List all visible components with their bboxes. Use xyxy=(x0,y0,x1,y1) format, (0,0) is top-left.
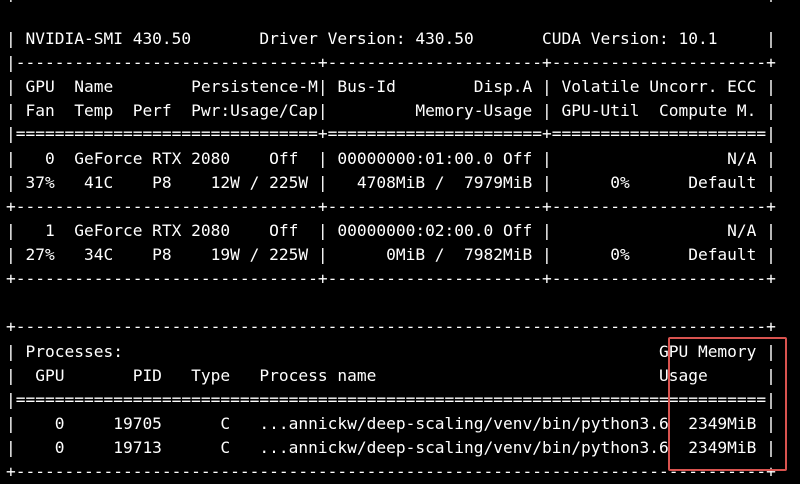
terminal-line: | 0 19713 C ...annickw/deep-scaling/venv… xyxy=(6,438,776,457)
terminal-line: +---------------------------------------… xyxy=(6,317,776,336)
terminal-line: +---------------------------------------… xyxy=(6,462,776,481)
terminal-line: | GPU PID Type Process name Usage | xyxy=(6,366,776,385)
terminal-line: +---------------------------------------… xyxy=(6,0,776,10)
terminal-line: | Fan Temp Perf Pwr:Usage/Cap| Memory-Us… xyxy=(6,101,776,120)
terminal-line: | 27% 34C P8 19W / 225W | 0MiB / 7982MiB… xyxy=(6,245,776,264)
terminal-line: | 37% 41C P8 12W / 225W | 4708MiB / 7979… xyxy=(6,173,776,192)
terminal-line: |===============================+=======… xyxy=(6,124,776,143)
terminal-line: | NVIDIA-SMI 430.50 Driver Version: 430.… xyxy=(6,29,776,48)
terminal-line: | 1 GeForce RTX 2080 Off | 00000000:02:0… xyxy=(6,221,776,240)
terminal-line: |-------------------------------+-------… xyxy=(6,53,776,72)
terminal-line: | 0 19705 C ...annickw/deep-scaling/venv… xyxy=(6,414,776,433)
gpu-memory-highlight-box xyxy=(668,337,787,471)
terminal-line: |=======================================… xyxy=(6,390,776,409)
terminal-line: | 0 GeForce RTX 2080 Off | 00000000:01:0… xyxy=(6,149,776,168)
terminal-line: | GPU Name Persistence-M| Bus-Id Disp.A … xyxy=(6,77,776,96)
terminal-line: +-------------------------------+-------… xyxy=(6,269,776,288)
terminal-line: | Processes: GPU Memory | xyxy=(6,342,776,361)
terminal-line: +-------------------------------+-------… xyxy=(6,197,776,216)
